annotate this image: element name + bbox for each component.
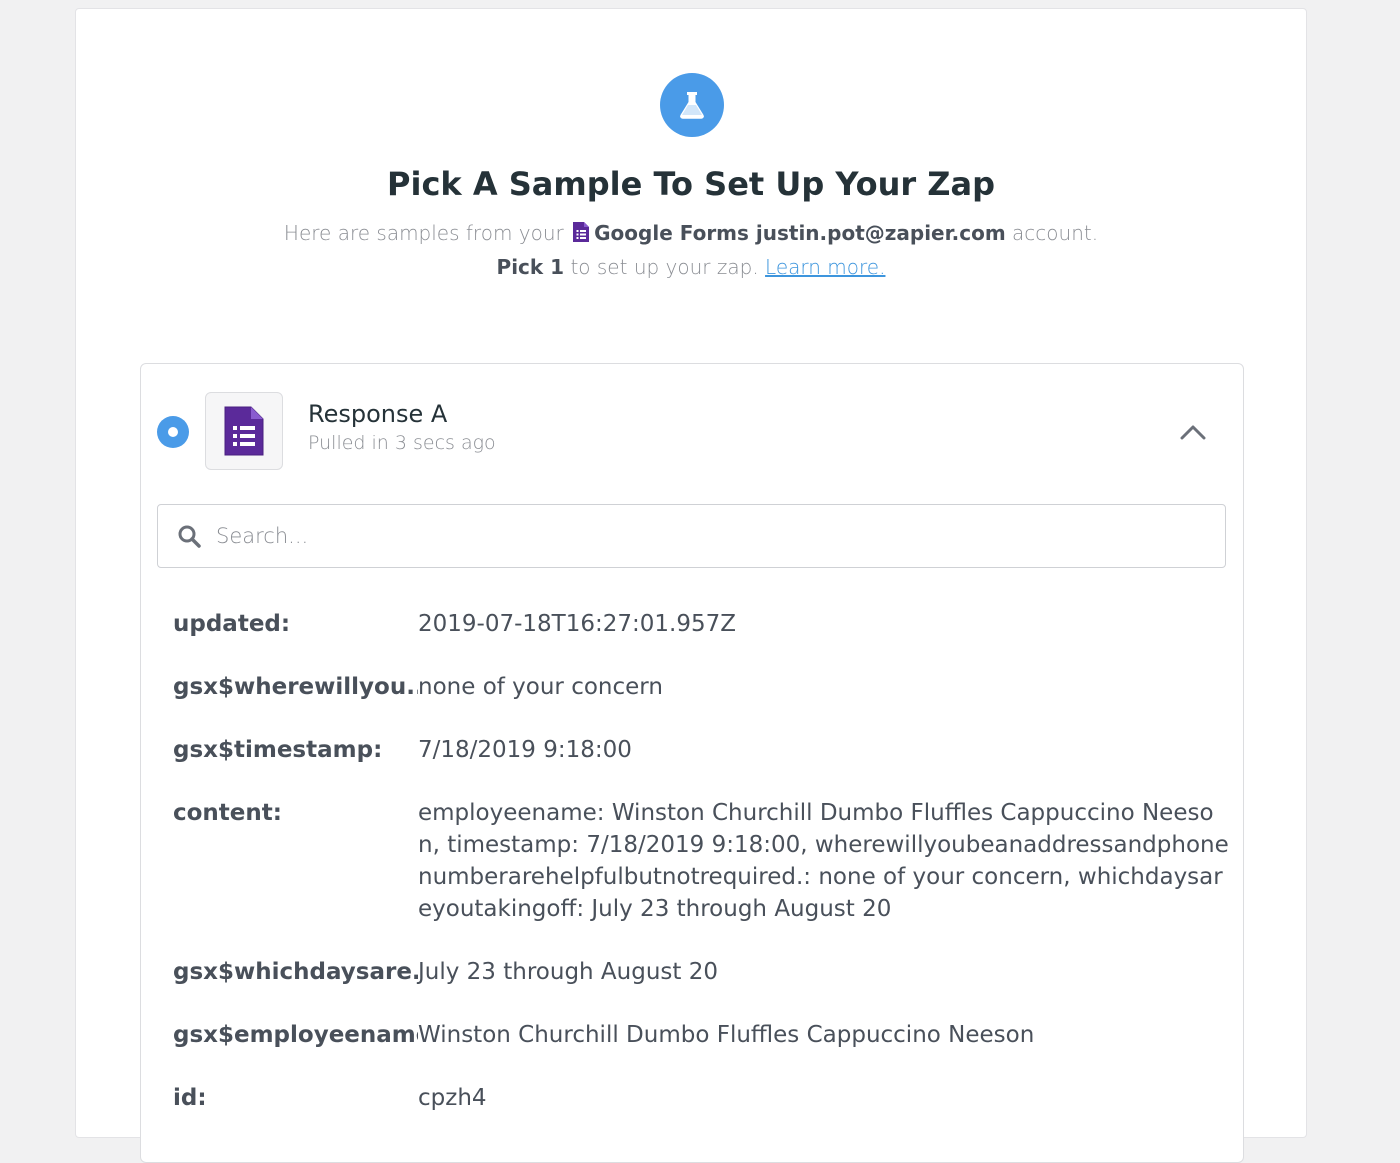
field-value: Winston Churchill Dumbo Fluffles Cappucc… (418, 1022, 1035, 1048)
field-key: gsx$employeename: (173, 1022, 418, 1048)
field-value: none of your concern (418, 674, 663, 700)
sample-pulled-time: Pulled in 3 secs ago (308, 432, 496, 454)
instruction-text: to set up your zap. (570, 255, 759, 279)
field-value: 7/18/2019 9:18:00 (418, 737, 632, 763)
field-row: gsx$wherewillyou... none of your concern (173, 671, 1233, 703)
sample-radio-button[interactable] (157, 416, 189, 448)
field-key: gsx$wherewillyou... (173, 674, 418, 700)
flask-icon (660, 73, 724, 137)
subtitle-prefix: Here are samples from your (283, 221, 564, 245)
google-forms-app-icon (205, 392, 283, 470)
search-box (157, 504, 1226, 568)
google-forms-icon (572, 221, 590, 248)
field-key: gsx$whichdaysare... (173, 959, 418, 985)
sample-picker-panel: Pick A Sample To Set Up Your Zap Here ar… (75, 8, 1307, 1163)
search-icon (176, 523, 202, 549)
field-value: employeename: Winston Churchill Dumbo Fl… (418, 800, 1229, 922)
field-row: gsx$timestamp: 7/18/2019 9:18:00 (173, 734, 1233, 766)
chevron-up-icon[interactable] (1177, 418, 1209, 446)
sample-card: Response A Pulled in 3 secs ago updated:… (140, 363, 1244, 1163)
sample-name: Response A (308, 400, 448, 428)
sample-fields: updated: 2019-07-18T16:27:01.957Z gsx$wh… (173, 608, 1233, 1145)
field-value: July 23 through August 20 (418, 959, 718, 985)
search-input[interactable] (214, 523, 1178, 549)
learn-more-link[interactable]: Learn more. (765, 255, 885, 279)
field-row: id: cpzh4 (173, 1082, 1233, 1114)
field-key: updated: (173, 611, 291, 637)
subtitle-instruction-line: Pick 1 to set up your zap. Learn more. (76, 255, 1306, 279)
subtitle-suffix: account. (1012, 221, 1099, 245)
account-name: Google Forms justin.pot@zapier.com (594, 221, 1006, 245)
field-row: updated: 2019-07-18T16:27:01.957Z (173, 608, 1233, 640)
radio-selected-dot (168, 427, 178, 437)
field-key: content: (173, 800, 282, 826)
field-key: id: (173, 1085, 207, 1111)
field-row: gsx$employeename: Winston Churchill Dumb… (173, 1019, 1233, 1051)
page-title: Pick A Sample To Set Up Your Zap (387, 165, 995, 203)
field-row: gsx$whichdaysare... July 23 through Augu… (173, 956, 1233, 988)
field-row: content: employeename: Winston Churchill… (173, 797, 1233, 925)
field-value: 2019-07-18T16:27:01.957Z (418, 611, 736, 637)
field-value: cpzh4 (418, 1085, 487, 1111)
pick-count: Pick 1 (496, 255, 565, 279)
field-key: gsx$timestamp: (173, 737, 383, 763)
subtitle-account-line: Here are samples from your Google Forms … (76, 221, 1306, 248)
